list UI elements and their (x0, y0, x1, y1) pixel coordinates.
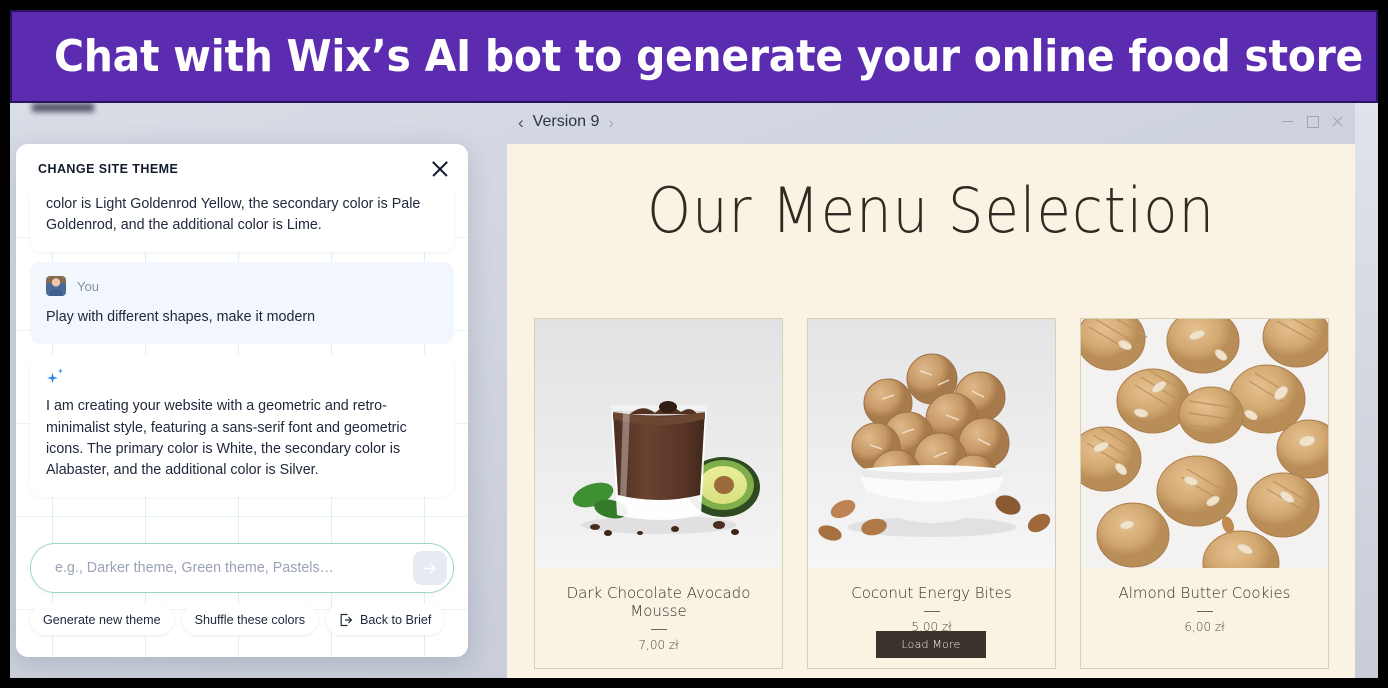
change-site-theme-panel: CHANGE SITE THEME color is Light Goldenr… (16, 144, 468, 657)
send-button[interactable] (413, 551, 447, 585)
product-grid: Dark Chocolate Avocado Mousse 7,00 zł Co… (534, 318, 1330, 669)
window-controls (1282, 116, 1343, 128)
panel-header: CHANGE SITE THEME (16, 144, 468, 194)
message-text: color is Light Goldenrod Yellow, the sec… (46, 196, 421, 234)
product-name: Almond Butter Cookies (1118, 584, 1291, 602)
quick-action-chips: Generate new theme Shuffle these colors … (16, 604, 468, 635)
chip-label: Shuffle these colors (194, 612, 306, 627)
message-text: I am creating your website with a geomet… (46, 398, 407, 478)
exit-arrow-icon (340, 613, 353, 626)
message-author: You (77, 278, 99, 294)
site-preview-canvas: Our Menu Selection Dark Chocolate Avocad… (507, 144, 1355, 678)
chat-input-wrapper[interactable] (30, 543, 454, 593)
panel-title: CHANGE SITE THEME (38, 162, 179, 176)
divider (650, 629, 667, 630)
chat-input-row (16, 543, 468, 593)
product-card[interactable]: Coconut Energy Bites 5,00 zł (807, 318, 1056, 669)
chat-message-bot: color is Light Goldenrod Yellow, the sec… (30, 194, 454, 253)
divider (1196, 611, 1213, 612)
product-image-chocolate-mousse (535, 319, 782, 568)
chat-message-user: You Play with different shapes, make it … (30, 262, 454, 345)
message-header: You (46, 276, 438, 297)
chevron-left-icon[interactable]: ‹ (518, 114, 524, 131)
chat-message-bot: I am creating your website with a geomet… (30, 354, 454, 498)
banner-title: Chat with Wix’s AI bot to generate your … (54, 31, 1364, 82)
chat-message-list[interactable]: color is Light Goldenrod Yellow, the sec… (16, 194, 468, 537)
maximize-icon[interactable] (1307, 116, 1319, 128)
product-card[interactable]: Dark Chocolate Avocado Mousse 7,00 zł (534, 318, 783, 669)
chat-input[interactable] (55, 560, 413, 576)
minimize-icon[interactable] (1282, 116, 1293, 127)
product-card[interactable]: Almond Butter Cookies 6,00 zł (1080, 318, 1329, 669)
arrow-right-icon (423, 563, 436, 573)
load-more-button[interactable]: Load More (875, 631, 987, 658)
close-icon[interactable] (430, 159, 450, 179)
chevron-right-icon[interactable]: › (608, 114, 614, 131)
version-navigator: ‹ Version 9 › (518, 113, 614, 131)
generate-new-theme-button[interactable]: Generate new theme (30, 604, 174, 635)
screenshot-root: Chat with Wix’s AI bot to generate your … (0, 0, 1388, 688)
marketing-banner: Chat with Wix’s AI bot to generate your … (10, 10, 1378, 103)
chip-label: Generate new theme (43, 612, 161, 627)
shuffle-these-colors-button[interactable]: Shuffle these colors (181, 604, 319, 635)
load-more-container: Load More (507, 631, 1355, 658)
version-label: Version 9 (532, 113, 600, 130)
product-image-almond-cookies (1081, 319, 1328, 568)
editor-toolbar: ‹ Version 9 › (10, 103, 1378, 144)
editor-right-strip (1355, 103, 1378, 678)
user-avatar (46, 276, 66, 297)
ai-sparkle-icon (46, 368, 64, 386)
product-name: Coconut Energy Bites (851, 584, 1012, 602)
page-title: Our Menu Selection (646, 175, 1216, 248)
divider (923, 611, 940, 612)
message-text: Play with different shapes, make it mode… (46, 309, 316, 326)
product-image-coconut-bites (808, 319, 1055, 568)
back-to-brief-button[interactable]: Back to Brief (326, 604, 445, 635)
chip-label: Back to Brief (360, 612, 432, 627)
wix-editor-window: ‹ Version 9 › Our Menu Selection Dark Ch… (10, 103, 1378, 678)
product-name: Dark Chocolate Avocado Mousse (566, 584, 751, 620)
close-icon[interactable] (1332, 116, 1343, 127)
